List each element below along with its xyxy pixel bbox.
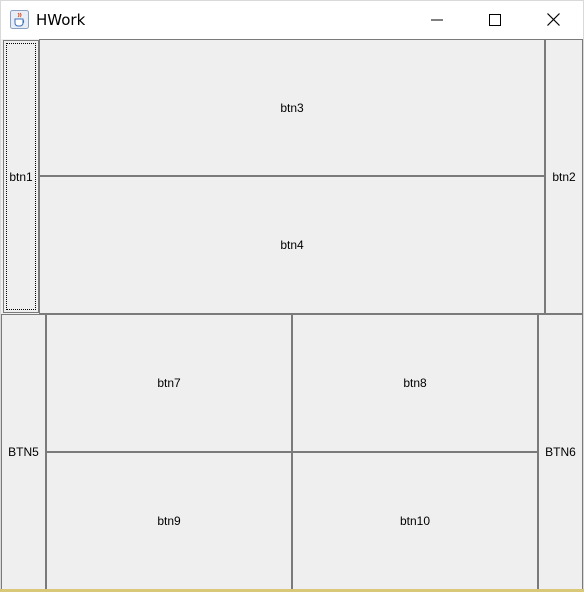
title-bar[interactable]: HWork <box>1 1 583 39</box>
window-title: HWork <box>36 11 86 29</box>
btn3-button[interactable]: btn3 <box>39 39 545 176</box>
minimize-button[interactable] <box>408 1 466 39</box>
maximize-icon <box>489 11 501 30</box>
btn10-button[interactable]: btn10 <box>292 452 538 590</box>
btn8-button[interactable]: btn8 <box>292 314 538 452</box>
btn2-button[interactable]: btn2 <box>545 39 583 314</box>
btn7-button[interactable]: btn7 <box>46 314 292 452</box>
close-icon <box>546 11 560 30</box>
maximize-button[interactable] <box>466 1 524 39</box>
btn5-button[interactable]: BTN5 <box>1 314 46 590</box>
java-cup-icon <box>10 10 29 29</box>
btn6-button[interactable]: BTN6 <box>538 314 583 590</box>
content-pane: btn1 btn3 btn4 btn2 BTN5 btn7 btn8 btn9 … <box>1 39 583 591</box>
app-window: HWork btn1 btn3 btn4 btn2 BTN5 btn7 btn8… <box>0 0 584 592</box>
btn9-button[interactable]: btn9 <box>46 452 292 590</box>
minimize-icon <box>431 11 443 30</box>
btn4-button[interactable]: btn4 <box>39 176 545 314</box>
btn1-button[interactable]: btn1 <box>3 40 39 313</box>
close-button[interactable] <box>524 1 582 39</box>
